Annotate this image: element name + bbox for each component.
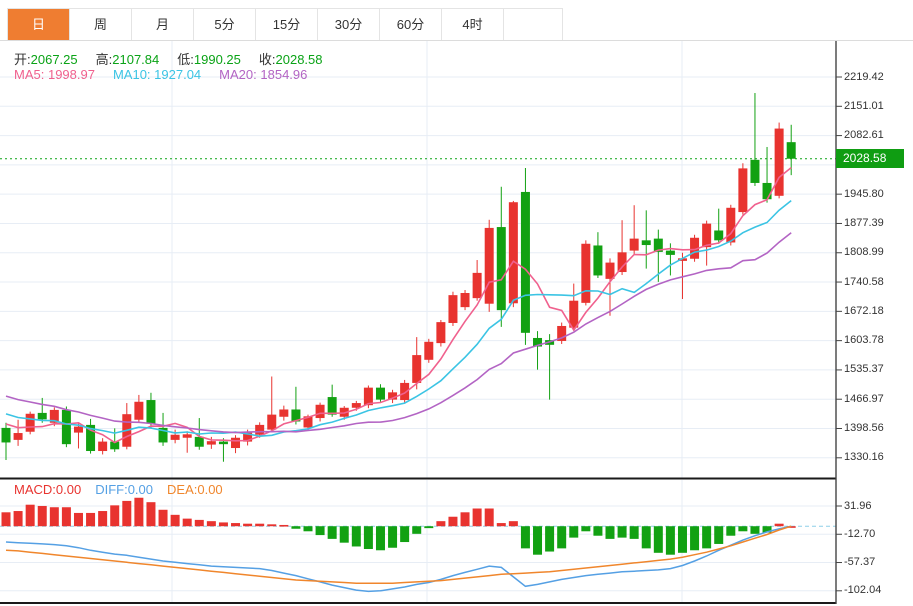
period-tabbar: 日周月 5分 15分 30分 60分 4时	[7, 8, 563, 41]
tab-15min[interactable]: 15分	[256, 9, 318, 41]
price-axis-label: 2082.61	[844, 129, 884, 142]
macd-axis-label: -102.04	[844, 584, 882, 597]
price-axis-label: 1808.99	[844, 246, 884, 259]
macd-value: MACD:0.00	[14, 482, 82, 497]
high-value: 高:2107.84	[95, 52, 160, 67]
tab-5min[interactable]: 5分	[194, 9, 256, 41]
price-axis-label: 1330.16	[844, 451, 884, 464]
tabbar-spacer	[504, 9, 563, 41]
price-axis-label: 1672.18	[844, 304, 884, 317]
close-value: 收:2028.58	[258, 52, 323, 67]
macd-axis-label: -57.37	[844, 556, 876, 569]
tabbar-divider	[0, 40, 913, 41]
ma-legend: MA5: 1998.97 MA10: 1927.04 MA20: 1854.96	[14, 67, 307, 82]
price-axis-label: 1877.39	[844, 216, 884, 229]
price-axis-label: 1398.56	[844, 422, 884, 434]
price-axis-label: 2219.42	[844, 70, 884, 83]
ma5-line	[5, 166, 792, 444]
macd-axis-label: 31.96	[844, 499, 872, 512]
macd-axis-label: -12.70	[844, 527, 876, 540]
current-price-badge: 2028.58	[836, 149, 904, 169]
tab-4hour[interactable]: 4时	[442, 9, 504, 41]
ma10-line	[5, 199, 792, 438]
ma5-value: MA5: 1998.97	[14, 67, 95, 82]
diff-value: DIFF:0.00	[95, 482, 154, 497]
open-value: 开:2067.25	[14, 52, 78, 67]
tab-month[interactable]: 月	[132, 9, 194, 41]
price-axis-label: 1740.58	[844, 275, 884, 288]
price-axis-label: 1945.80	[844, 187, 884, 200]
price-axis-label: 2151.01	[844, 99, 884, 112]
dea-value: DEA:0.00	[167, 482, 223, 497]
ma20-value: MA20: 1854.96	[219, 67, 308, 82]
price-axis-label: 1603.78	[844, 334, 884, 347]
tab-60min[interactable]: 60分	[380, 9, 442, 41]
candlestick-chart-canvas[interactable]	[0, 0, 913, 606]
ma10-value: MA10: 1927.04	[112, 67, 202, 82]
tab-week[interactable]: 周	[70, 9, 132, 41]
price-axis-label: 1535.37	[844, 363, 884, 376]
macd-legend: MACD:0.00 DIFF:0.00 DEA:0.00	[14, 482, 223, 497]
tab-day[interactable]: 日	[8, 9, 70, 41]
ohlc-legend: 开:2067.25 高:2107.84 低:1990.25 收:2028.58	[14, 49, 323, 68]
tab-30min[interactable]: 30分	[318, 9, 380, 41]
low-value: 低:1990.25	[177, 52, 241, 67]
price-axis-label: 1466.97	[844, 392, 884, 405]
